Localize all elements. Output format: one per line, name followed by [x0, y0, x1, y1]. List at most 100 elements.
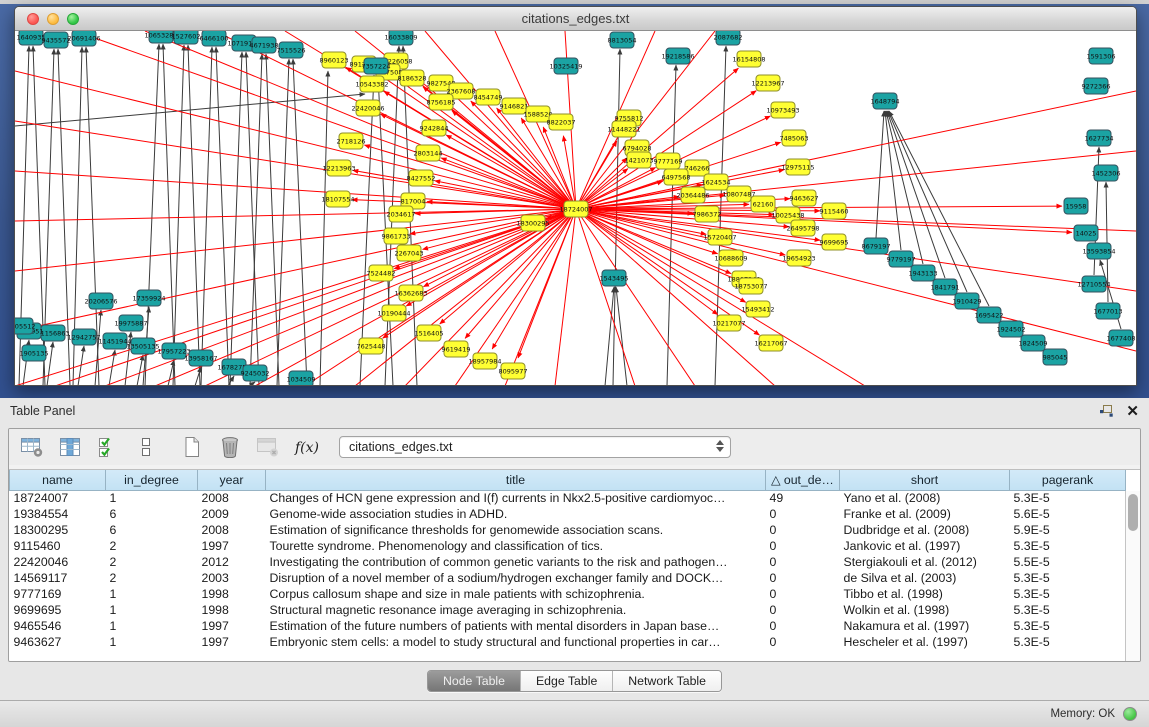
graph-node[interactable]: 18957984 [468, 353, 501, 369]
table-selector-dropdown[interactable]: citations_edges.txt [339, 436, 731, 458]
graph-node[interactable]: 1543495 [600, 270, 629, 286]
graph-node[interactable]: 1841791 [931, 279, 960, 295]
tab-edge-table[interactable]: Edge Table [520, 671, 612, 691]
table-cell[interactable]: Estimation of the future numbers of pati… [266, 618, 766, 634]
table-cell[interactable]: 1997 [198, 538, 266, 554]
graph-node[interactable]: 9861733 [382, 228, 411, 244]
graph-node[interactable]: 9242844 [420, 120, 449, 136]
graph-node[interactable]: 8822037 [547, 114, 576, 130]
table-cell[interactable]: 5.3E-5 [1010, 618, 1126, 634]
graph-node[interactable]: 1924502 [997, 321, 1026, 337]
graph-node[interactable]: 1624534 [702, 174, 731, 190]
graph-node[interactable]: 8756185 [427, 94, 456, 110]
table-cell[interactable]: 1 [106, 490, 198, 506]
table-cell[interactable]: 5.6E-5 [1010, 506, 1126, 522]
column-header-in_degree[interactable]: in_degree [106, 470, 198, 490]
graph-node[interactable]: 20206576 [84, 293, 117, 309]
graph-node[interactable]: 7625448 [357, 338, 386, 354]
table-row[interactable]: 1872400712008Changes of HCN gene express… [10, 490, 1126, 506]
graph-node[interactable]: 16362683 [394, 285, 427, 301]
minimize-window-button[interactable] [47, 13, 59, 25]
table-cell[interactable]: 5.3E-5 [1010, 602, 1126, 618]
graph-node[interactable]: 22420046 [351, 100, 384, 116]
graph-node[interactable]: 7357224 [362, 58, 391, 74]
tab-network-table[interactable]: Network Table [612, 671, 721, 691]
graph-node[interactable]: 7515526 [277, 42, 306, 58]
column-visibility-button[interactable] [55, 434, 85, 460]
graph-node[interactable]: 16033809 [384, 31, 417, 45]
table-cell[interactable]: 2003 [198, 570, 266, 586]
graph-node[interactable]: 9115460 [820, 203, 849, 219]
tab-node-table[interactable]: Node Table [428, 671, 520, 691]
table-cell[interactable]: 1 [106, 634, 198, 650]
table-cell[interactable]: 9463627 [10, 634, 106, 650]
graph-node[interactable]: 62160 [751, 196, 775, 212]
graph-node[interactable]: 13958167 [184, 350, 217, 366]
table-cell[interactable]: 0 [766, 634, 840, 650]
network-canvas[interactable]: 8960123891295418226058982750881863281054… [15, 31, 1136, 386]
graph-node[interactable]: 1516405 [415, 325, 444, 341]
table-cell[interactable]: 6 [106, 522, 198, 538]
close-panel-icon[interactable]: ✕ [1126, 404, 1139, 419]
network-window-titlebar[interactable]: citations_edges.txt [15, 7, 1136, 31]
selection-mode-button[interactable] [93, 434, 123, 460]
table-cell[interactable]: 0 [766, 586, 840, 602]
table-cell[interactable]: Changes of HCN gene expression and I(f) … [266, 490, 766, 506]
graph-node[interactable]: 14025 [1074, 225, 1098, 241]
graph-node[interactable]: 18300295 [516, 215, 549, 231]
graph-node[interactable]: 1677408 [1107, 330, 1136, 346]
table-cell[interactable]: Stergiakouli et al. (2012) [840, 554, 1010, 570]
table-row[interactable]: 1456911722003Disruption of a novel membe… [10, 570, 1126, 586]
table-cell[interactable]: 6 [106, 506, 198, 522]
table-cell[interactable]: 5.3E-5 [1010, 538, 1126, 554]
graph-node[interactable]: 13593854 [1082, 243, 1115, 259]
table-row[interactable]: 946362711997Embryonic stem cells: a mode… [10, 634, 1126, 650]
function-builder-button[interactable]: f(x) [291, 434, 325, 460]
table-cell[interactable]: 5.9E-5 [1010, 522, 1126, 538]
float-panel-icon[interactable] [1099, 404, 1114, 418]
table-cell[interactable]: 9777169 [10, 586, 106, 602]
table-row[interactable]: 911546021997Tourette syndrome. Phenomeno… [10, 538, 1126, 554]
table-cell[interactable]: Dudbridge et al. (2008) [840, 522, 1010, 538]
table-cell[interactable]: 5.3E-5 [1010, 490, 1126, 506]
table-row[interactable]: 977716911998Corpus callosum shape and si… [10, 586, 1126, 602]
table-cell[interactable]: Structural magnetic resonance image aver… [266, 602, 766, 618]
table-cell[interactable]: 0 [766, 522, 840, 538]
table-row[interactable]: 946554611997Estimation of the future num… [10, 618, 1126, 634]
table-cell[interactable]: Investigating the contribution of common… [266, 554, 766, 570]
table-cell[interactable]: 1997 [198, 634, 266, 650]
close-window-button[interactable] [27, 13, 39, 25]
graph-node[interactable]: 2803144 [414, 145, 443, 161]
table-row[interactable]: 969969511998Structural magnetic resonanc… [10, 602, 1126, 618]
graph-node[interactable]: 8813054 [608, 32, 637, 48]
graph-node[interactable]: 1648794 [871, 93, 900, 109]
table-scrollbar[interactable] [1125, 491, 1140, 661]
graph-node[interactable]: 10543382 [355, 76, 388, 92]
table-cell[interactable]: 18724007 [10, 490, 106, 506]
graph-node[interactable]: 6466100 [200, 31, 229, 46]
graph-node[interactable]: 12213963 [322, 160, 355, 176]
graph-node[interactable]: 1905135 [20, 345, 49, 361]
table-cell[interactable]: 0 [766, 538, 840, 554]
graph-node[interactable]: 15493412 [741, 301, 774, 317]
graph-node[interactable]: 1943133 [909, 265, 938, 281]
graph-node[interactable]: 12213967 [751, 75, 784, 91]
graph-node[interactable]: 26495798 [786, 220, 819, 236]
table-cell[interactable]: Tibbo et al. (1998) [840, 586, 1010, 602]
graph-node[interactable]: 7485063 [780, 130, 809, 146]
table-cell[interactable]: 9115460 [10, 538, 106, 554]
graph-node[interactable]: 15958 [1064, 198, 1088, 214]
table-cell[interactable]: 18300295 [10, 522, 106, 538]
table-cell[interactable]: Embryonic stem cells: a model to study s… [266, 634, 766, 650]
table-cell[interactable]: 1 [106, 586, 198, 602]
graph-node[interactable]: 8454749 [474, 89, 503, 105]
graph-node[interactable]: 9463627 [790, 190, 819, 206]
table-cell[interactable]: Corpus callosum shape and size in male p… [266, 586, 766, 602]
table-cell[interactable]: Nakamura et al. (1997) [840, 618, 1010, 634]
delete-column-button[interactable] [215, 434, 245, 460]
graph-node[interactable]: 16154808 [732, 51, 765, 67]
column-header-out_de[interactable]: △ out_de… [766, 470, 840, 490]
table-cell[interactable]: 49 [766, 490, 840, 506]
graph-node[interactable]: 1695422 [975, 307, 1004, 323]
graph-node[interactable]: 9699695 [820, 234, 849, 250]
